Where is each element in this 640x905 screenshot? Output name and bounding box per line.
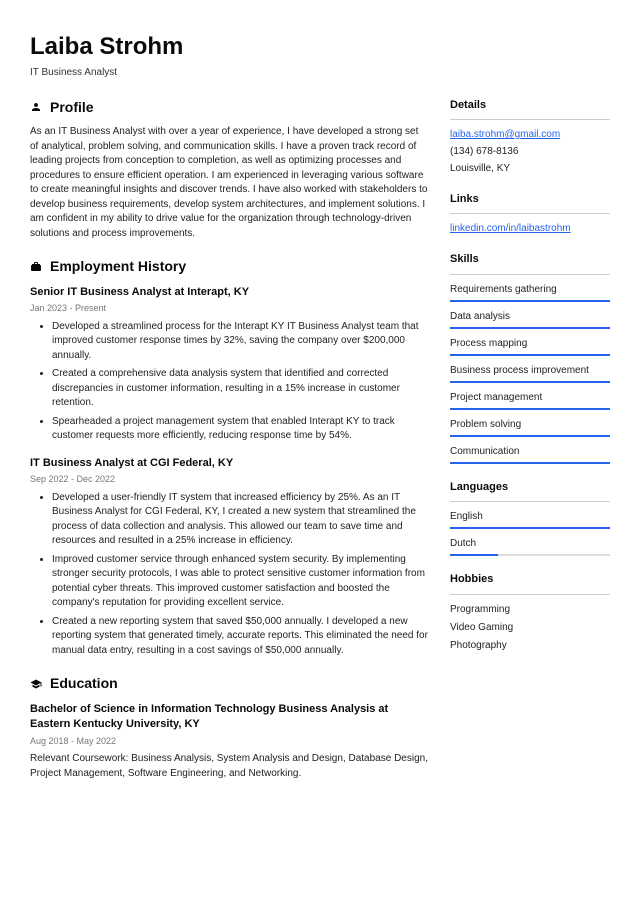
hobby: Programming bbox=[450, 603, 610, 617]
bar bbox=[450, 300, 610, 302]
bar-fill bbox=[450, 300, 610, 302]
divider bbox=[450, 213, 610, 214]
edu-dates: Aug 2018 - May 2022 bbox=[30, 735, 428, 748]
language-name: Dutch bbox=[450, 537, 610, 551]
links-section: Links linkedin.com/in/laibastrohm bbox=[450, 192, 610, 236]
languages-heading: Languages bbox=[450, 480, 610, 495]
bar-fill bbox=[450, 381, 610, 383]
job-bullets: Developed a streamlined process for the … bbox=[30, 320, 428, 444]
bar bbox=[450, 527, 610, 529]
details-section: Details laiba.strohm@gmail.com (134) 678… bbox=[450, 98, 610, 176]
job: IT Business Analyst at CGI Federal, KY Se… bbox=[30, 456, 428, 658]
employment-heading: Employment History bbox=[50, 257, 186, 277]
skill-name: Process mapping bbox=[450, 337, 610, 351]
skill: Problem solving bbox=[450, 418, 610, 437]
section-header: Education bbox=[30, 674, 428, 694]
skills-heading: Skills bbox=[450, 252, 610, 267]
sidebar: Details laiba.strohm@gmail.com (134) 678… bbox=[450, 98, 610, 798]
bullet: Developed a streamlined process for the … bbox=[52, 320, 428, 364]
education-heading: Education bbox=[50, 674, 118, 694]
graduation-icon bbox=[30, 678, 42, 690]
header: Laiba Strohm IT Business Analyst bbox=[30, 30, 610, 80]
job-dates: Sep 2022 - Dec 2022 bbox=[30, 473, 428, 486]
divider bbox=[450, 274, 610, 275]
location: Louisville, KY bbox=[450, 162, 610, 176]
skill-name: Data analysis bbox=[450, 310, 610, 324]
email-link[interactable]: laiba.strohm@gmail.com bbox=[450, 129, 560, 140]
links-heading: Links bbox=[450, 192, 610, 207]
language: Dutch bbox=[450, 537, 610, 556]
bar bbox=[450, 435, 610, 437]
employment-section: Employment History Senior IT Business An… bbox=[30, 257, 428, 658]
skill-name: Requirements gathering bbox=[450, 283, 610, 297]
skill: Process mapping bbox=[450, 337, 610, 356]
job-title: IT Business Analyst bbox=[30, 66, 610, 80]
hobbies-heading: Hobbies bbox=[450, 572, 610, 587]
job-title: IT Business Analyst at CGI Federal, KY bbox=[30, 456, 428, 471]
bar-fill bbox=[450, 327, 610, 329]
skill: Requirements gathering bbox=[450, 283, 610, 302]
name: Laiba Strohm bbox=[30, 30, 610, 64]
bar bbox=[450, 408, 610, 410]
skill: Project management bbox=[450, 391, 610, 410]
divider bbox=[450, 594, 610, 595]
job-dates: Jan 2023 - Present bbox=[30, 302, 428, 315]
hobby: Photography bbox=[450, 639, 610, 653]
person-icon bbox=[30, 101, 42, 113]
bar bbox=[450, 327, 610, 329]
skill: Data analysis bbox=[450, 310, 610, 329]
skill-name: Business process improvement bbox=[450, 364, 610, 378]
language-name: English bbox=[450, 510, 610, 524]
bar-fill bbox=[450, 354, 610, 356]
skill: Communication bbox=[450, 445, 610, 464]
hobbies-section: Hobbies Programming Video Gaming Photograp… bbox=[450, 572, 610, 652]
profile-section: Profile As an IT Business Analyst with o… bbox=[30, 98, 428, 242]
bar-fill bbox=[450, 408, 610, 410]
linkedin-link[interactable]: linkedin.com/in/laibastrohm bbox=[450, 223, 571, 234]
bullet: Developed a user-friendly IT system that… bbox=[52, 491, 428, 549]
profile-text: As an IT Business Analyst with over a ye… bbox=[30, 125, 428, 241]
bar bbox=[450, 462, 610, 464]
details-heading: Details bbox=[450, 98, 610, 113]
section-header: Profile bbox=[30, 98, 428, 118]
job-title: Senior IT Business Analyst at Interapt, … bbox=[30, 285, 428, 300]
briefcase-icon bbox=[30, 261, 42, 273]
degree: Bachelor of Science in Information Techn… bbox=[30, 702, 428, 733]
bar bbox=[450, 554, 610, 556]
main-column: Profile As an IT Business Analyst with o… bbox=[30, 98, 428, 798]
bar bbox=[450, 354, 610, 356]
divider bbox=[450, 119, 610, 120]
education-section: Education Bachelor of Science in Informa… bbox=[30, 674, 428, 781]
phone: (134) 678-8136 bbox=[450, 145, 610, 159]
skill-name: Project management bbox=[450, 391, 610, 405]
body: Profile As an IT Business Analyst with o… bbox=[30, 98, 610, 798]
hobby: Video Gaming bbox=[450, 621, 610, 635]
skills-section: Skills Requirements gathering Data analys… bbox=[450, 252, 610, 463]
bar-fill bbox=[450, 554, 498, 556]
skill-name: Problem solving bbox=[450, 418, 610, 432]
bar-fill bbox=[450, 435, 610, 437]
languages-section: Languages English Dutch bbox=[450, 480, 610, 556]
profile-heading: Profile bbox=[50, 98, 94, 118]
bar-fill bbox=[450, 462, 610, 464]
skill-name: Communication bbox=[450, 445, 610, 459]
language: English bbox=[450, 510, 610, 529]
section-header: Employment History bbox=[30, 257, 428, 277]
bullet: Spearheaded a project management system … bbox=[52, 415, 428, 444]
divider bbox=[450, 501, 610, 502]
bar-fill bbox=[450, 527, 610, 529]
job-bullets: Developed a user-friendly IT system that… bbox=[30, 491, 428, 659]
bullet: Improved customer service through enhanc… bbox=[52, 553, 428, 611]
bullet: Created a new reporting system that save… bbox=[52, 615, 428, 659]
job: Senior IT Business Analyst at Interapt, … bbox=[30, 285, 428, 444]
skill: Business process improvement bbox=[450, 364, 610, 383]
edu-desc: Relevant Coursework: Business Analysis, … bbox=[30, 752, 428, 781]
bar bbox=[450, 381, 610, 383]
bullet: Created a comprehensive data analysis sy… bbox=[52, 367, 428, 411]
